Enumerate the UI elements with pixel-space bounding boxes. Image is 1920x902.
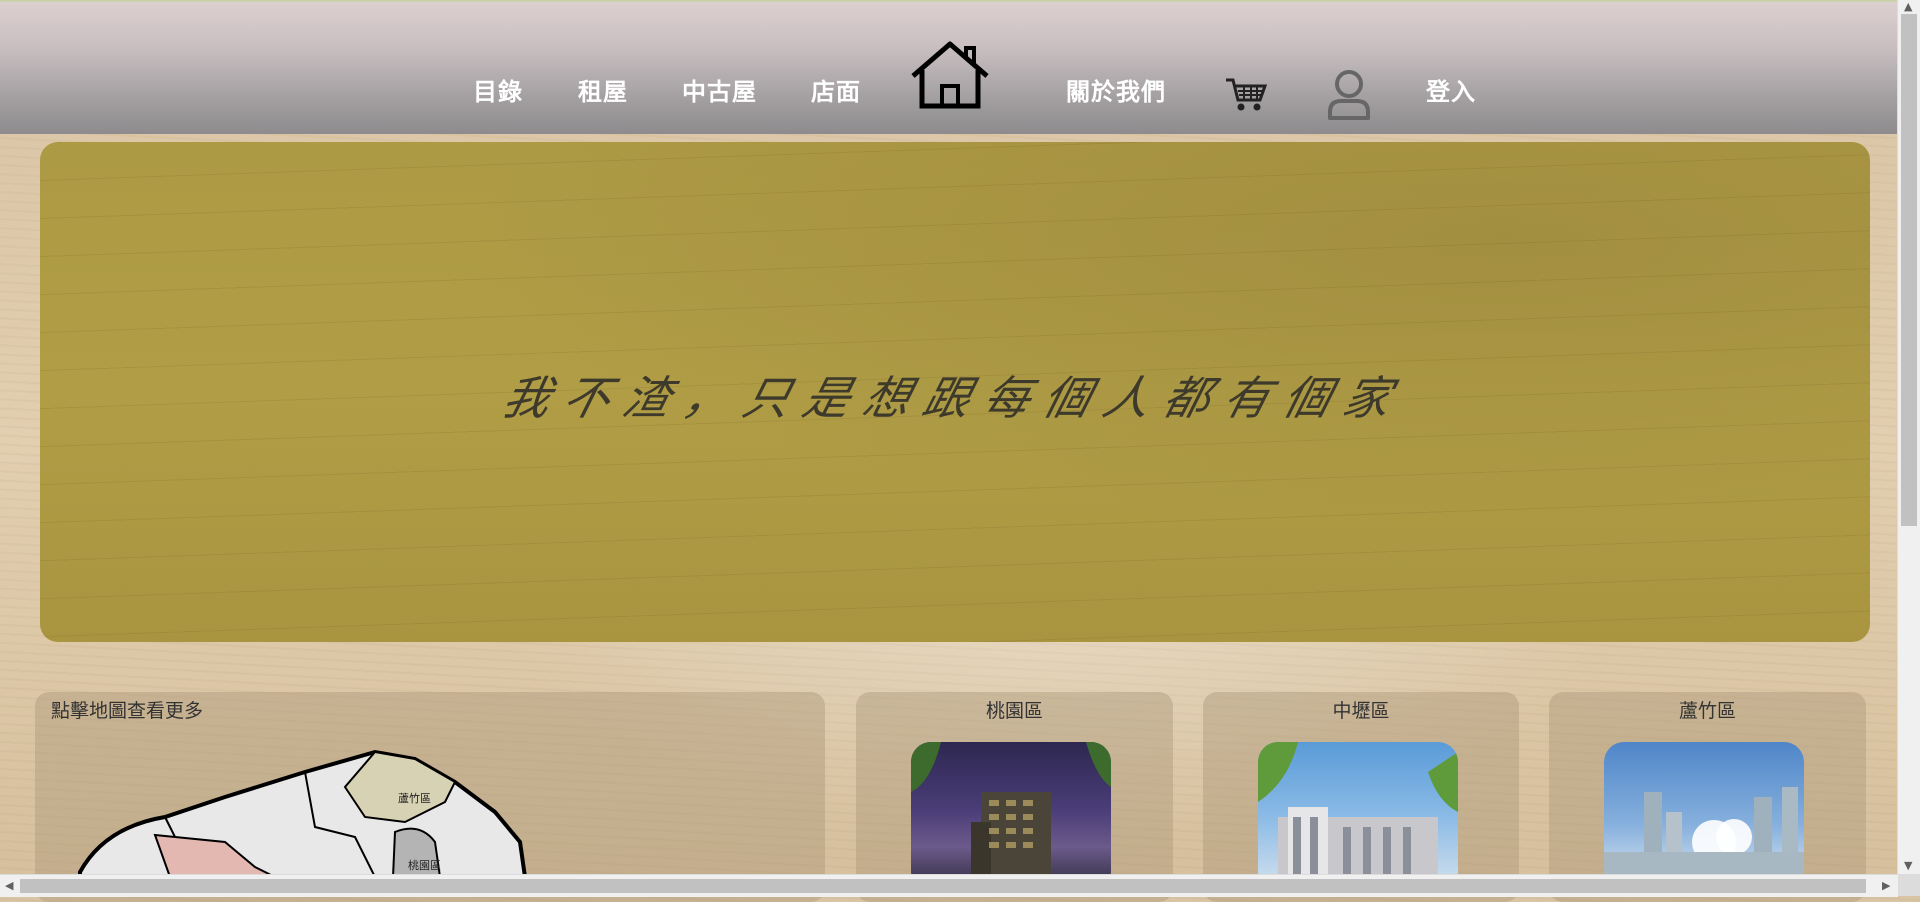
district-title: 蘆竹區 [1678, 700, 1736, 722]
map-label-luzhu: 蘆竹區 [398, 791, 431, 805]
top-nav-bar: 目錄 租屋 中古屋 店面 關於我們 登入 [0, 0, 1898, 134]
district-title: 桃園區 [985, 700, 1043, 722]
scroll-up-icon[interactable]: ▲ [1904, 1, 1912, 13]
home-logo-icon[interactable] [910, 40, 990, 110]
district-map[interactable]: 蘆竹區 桃園區 [75, 747, 555, 877]
nav-used-house[interactable]: 中古屋 [682, 72, 757, 107]
district-photo[interactable] [1258, 742, 1458, 892]
district-photo[interactable] [911, 742, 1111, 892]
nav-login[interactable]: 登入 [1426, 72, 1476, 107]
scroll-down-icon[interactable]: ▼ [1904, 860, 1912, 872]
scrollbar-corner [1898, 874, 1920, 896]
district-photo[interactable] [1604, 742, 1804, 892]
nav-about-us[interactable]: 關於我們 [1066, 72, 1166, 107]
vertical-scrollbar[interactable]: ▲ ▼ [1897, 0, 1920, 874]
nav-storefront[interactable]: 店面 [811, 72, 861, 107]
map-card[interactable]: 點擊地圖查看更多 蘆竹區 桃園區 [35, 692, 825, 902]
cart-icon[interactable] [1224, 74, 1268, 114]
horizontal-scroll-thumb[interactable] [20, 879, 1866, 893]
hero-banner: 我不渣，只是想跟每個人都有個家 [40, 142, 1870, 642]
user-icon[interactable] [1326, 68, 1372, 120]
district-title: 中壢區 [1332, 700, 1390, 722]
hero-slogan: 我不渣，只是想跟每個人都有個家 [497, 371, 1411, 425]
scroll-right-icon[interactable]: ▶ [1882, 880, 1890, 892]
horizontal-scrollbar[interactable]: ◀ ▶ [0, 874, 1898, 897]
map-caption: 點擊地圖查看更多 [51, 700, 204, 722]
district-card-zhongli[interactable]: 中壢區 [1203, 692, 1519, 902]
district-card-luzhu[interactable]: 蘆竹區 [1549, 692, 1866, 902]
district-card-taoyuan[interactable]: 桃園區 [856, 692, 1173, 902]
scroll-left-icon[interactable]: ◀ [5, 880, 13, 892]
nav-catalog[interactable]: 目錄 [473, 72, 523, 107]
map-label-taoyuan: 桃園區 [408, 858, 441, 872]
vertical-scroll-thumb[interactable] [1901, 14, 1917, 526]
nav-rent[interactable]: 租屋 [578, 72, 628, 107]
